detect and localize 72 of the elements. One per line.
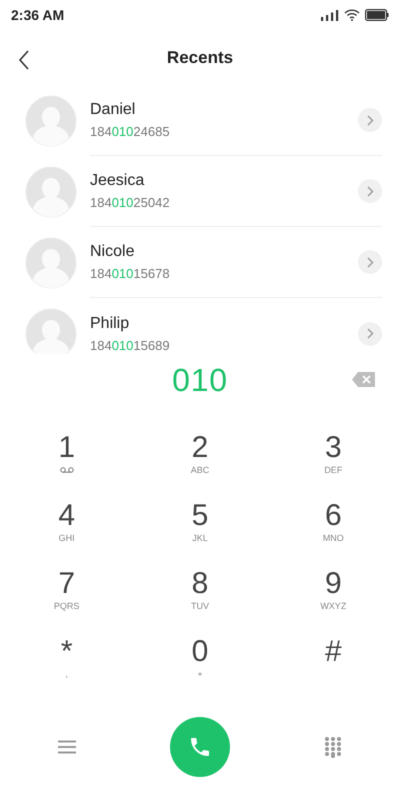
contact-name: Philip: [90, 314, 130, 334]
key-digit: #: [324, 636, 342, 668]
voicemail-icon: [60, 467, 74, 473]
contact-number: 18401024685: [90, 123, 171, 142]
key-letters: GHI: [58, 534, 75, 543]
chevron-right-icon: [366, 186, 374, 196]
key-digit: *: [60, 636, 72, 668]
key-digit: 2: [192, 432, 208, 464]
details-button[interactable]: [358, 179, 382, 203]
avatar-icon: [25, 236, 77, 288]
key-letters: +: [197, 670, 203, 679]
key-digit: 7: [58, 568, 75, 600]
key-letters: ABC: [190, 466, 210, 475]
chevron-right-icon: [366, 114, 374, 126]
menu-icon: [58, 740, 76, 754]
dial-key[interactable]: 6 MNO: [266, 500, 400, 568]
avatar-icon: [25, 166, 77, 218]
status-time: 2:36 AM: [11, 6, 64, 24]
back-chevron-icon: [18, 50, 30, 70]
avatar-icon: [25, 94, 77, 146]
dial-key[interactable]: 3 DEF: [266, 432, 400, 500]
wifi-icon: [344, 9, 360, 21]
key-digit: 6: [324, 500, 342, 532]
signal-icon: [321, 10, 339, 20]
dial-key[interactable]: 8 TUV: [133, 568, 267, 636]
contact-row[interactable]: Nicole 18401015678: [0, 227, 400, 298]
key-digit: 4: [58, 500, 75, 532]
key-letters: JKL: [192, 534, 208, 543]
key-digit: 8: [192, 568, 208, 600]
key-letters: WXYZ: [320, 602, 346, 611]
dial-key[interactable]: * ,: [0, 636, 134, 704]
key-digit: 3: [324, 432, 342, 464]
details-button[interactable]: [358, 250, 382, 274]
dialpad-icon: [324, 736, 342, 758]
key-letters: TUV: [190, 602, 209, 611]
battery-icon: [365, 9, 389, 21]
dial-key[interactable]: 9 WXYZ: [266, 568, 400, 636]
key-digit: 9: [324, 568, 342, 600]
contact-name: Daniel: [90, 100, 136, 120]
contact-number: 18401015689: [90, 336, 171, 354]
menu-button[interactable]: [58, 740, 76, 754]
contact-number: 18401015678: [90, 265, 171, 284]
key-letters: ,: [65, 670, 68, 679]
key-letters: MNO: [322, 534, 344, 543]
contact-row[interactable]: Jeesica 18401025042: [0, 156, 400, 227]
dial-key[interactable]: 5 JKL: [133, 500, 267, 568]
backspace-button[interactable]: [352, 372, 375, 387]
backspace-icon: [352, 372, 375, 387]
contact-row[interactable]: Philip 18401015689: [0, 298, 400, 354]
key-letters: DEF: [324, 466, 342, 475]
contact-row[interactable]: Daniel 18401024685: [0, 85, 400, 156]
dialpad-button[interactable]: [324, 736, 342, 758]
dial-key[interactable]: 4 GHI: [0, 500, 134, 568]
key-digit: 5: [192, 500, 208, 532]
page-title: Recents: [166, 46, 234, 69]
key-letters: PQRS: [54, 602, 80, 611]
dial-key[interactable]: 7 PQRS: [0, 568, 134, 636]
chevron-right-icon: [366, 256, 374, 268]
key-digit: 1: [58, 432, 75, 464]
dial-key[interactable]: 0 +: [133, 636, 267, 704]
details-button[interactable]: [358, 322, 382, 346]
key-digit: 0: [192, 636, 208, 668]
dial-key[interactable]: 2 ABC: [133, 432, 267, 500]
dialed-number: 010: [172, 361, 228, 400]
dial-key[interactable]: 1: [0, 432, 134, 500]
contact-name: Nicole: [90, 242, 136, 262]
avatar-icon: [25, 308, 77, 354]
contact-name: Jeesica: [90, 171, 146, 192]
chevron-right-icon: [366, 328, 374, 339]
details-button[interactable]: [358, 108, 382, 132]
contact-number: 18401025042: [90, 194, 171, 212]
dial-key[interactable]: #: [266, 636, 400, 704]
